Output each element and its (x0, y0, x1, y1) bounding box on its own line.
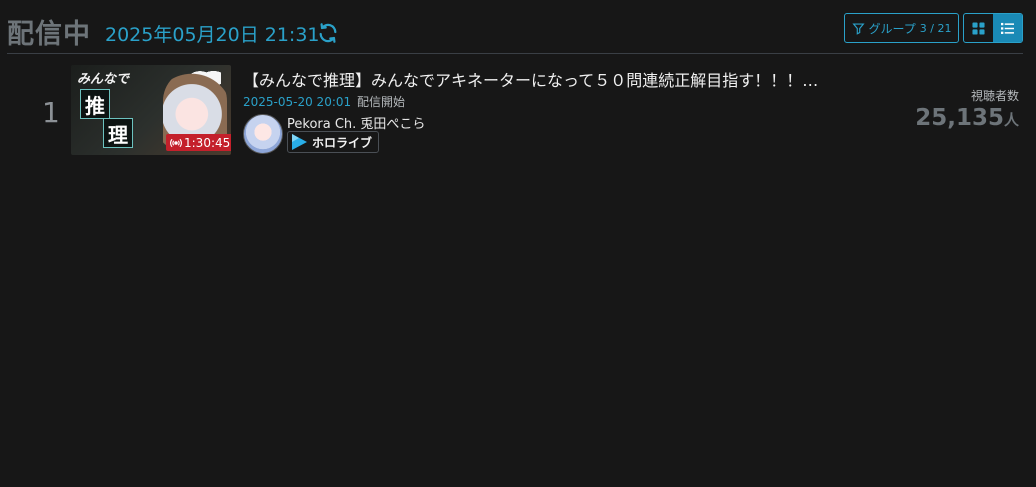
stream-rank: 1 (42, 96, 60, 129)
start-label: 配信開始 (356, 95, 405, 109)
thumbnail-kanji: 推 (80, 89, 110, 119)
start-time: 2025-05-20 20:01 (243, 95, 352, 109)
hololive-logo-icon (292, 134, 307, 150)
viewer-count: 25,135人 (915, 105, 1019, 131)
thumbnail-kanji: 理 (103, 118, 133, 148)
stream-title[interactable]: 【みんなで推理】みんなでアキネーターになって５０問連続正解目指す！！！… (243, 67, 903, 91)
group-button-label: グループ (868, 21, 916, 36)
organization-tag[interactable]: ホロライブ (287, 131, 380, 153)
live-duration-badge: 1:30:45 (166, 134, 231, 151)
stream-row[interactable]: 1 みんなで 推 理 1:30:45 【みんなで推理】みんなでアキネーターになっ… (0, 60, 1036, 160)
channel-avatar[interactable] (243, 114, 283, 154)
viewer-count-value: 25,135 (915, 105, 1004, 131)
view-toggle (963, 13, 1023, 43)
channel-name[interactable]: Pekora Ch. 兎田ぺこら (287, 113, 425, 132)
group-filter-button[interactable]: グループ 3 / 21 (844, 13, 959, 43)
group-count: 3 / 21 (919, 21, 952, 35)
stream-duration: 1:30:45 (184, 135, 231, 150)
thumbnail-text: みんなで (77, 72, 130, 87)
current-datetime: 2025年05月20日 21:31 (105, 24, 320, 46)
refresh-icon[interactable] (317, 22, 339, 44)
list-icon (1001, 22, 1014, 34)
viewer-label: 視聴者数 (970, 89, 1019, 103)
stream-thumbnail[interactable]: みんなで 推 理 1:30:45 (71, 65, 231, 155)
organization-name: ホロライブ (312, 135, 373, 150)
grid-icon (972, 21, 985, 35)
list-view-button[interactable] (993, 14, 1022, 42)
broadcast-icon (170, 138, 182, 147)
page-title: 配信中 (7, 19, 91, 50)
stream-start-info: 2025-05-20 20:01 配信開始 (243, 93, 405, 110)
viewer-unit: 人 (1003, 111, 1019, 129)
header: 配信中 2025年05月20日 21:31 グループ 3 / 21 (7, 8, 1023, 54)
filter-icon (851, 22, 865, 35)
grid-view-button[interactable] (964, 14, 993, 42)
